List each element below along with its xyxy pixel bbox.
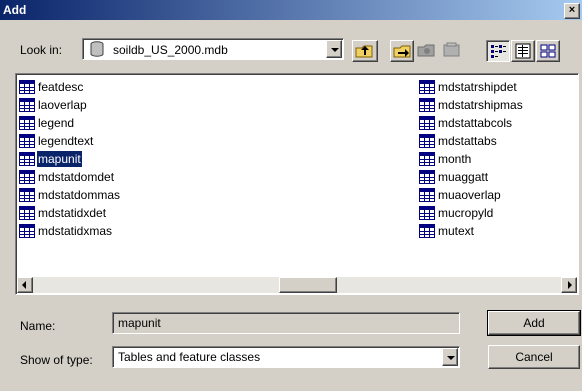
file-item-label: mucropyld: [438, 206, 494, 220]
file-item-label: mdstatdomdet: [38, 170, 115, 184]
file-item-label: mdstatdommas: [38, 188, 121, 202]
file-item-label: featdesc: [38, 80, 84, 94]
thumbnails-view-icon: [540, 44, 556, 58]
title-bar[interactable]: Add ×: [0, 0, 582, 20]
scroll-left-button[interactable]: [17, 277, 33, 293]
close-button[interactable]: ×: [564, 3, 580, 19]
table-icon: [419, 116, 435, 130]
up-one-level-button[interactable]: [352, 40, 378, 62]
table-icon: [419, 80, 435, 94]
list-view-button[interactable]: [486, 40, 510, 62]
disconnect-folder-icon: [417, 44, 435, 57]
file-item-label: mdstatidxmas: [38, 224, 113, 238]
connect-folder-icon: [393, 45, 411, 58]
table-icon: [19, 170, 35, 184]
add-button[interactable]: Add: [487, 310, 581, 336]
look-in-arrow[interactable]: [326, 40, 342, 58]
table-icon: [19, 206, 35, 220]
file-item-label: mdstatidxdet: [38, 206, 107, 220]
scroll-right-button[interactable]: [561, 277, 577, 293]
look-in-dropdown[interactable]: soildb_US_2000.mdb: [82, 38, 344, 60]
thumbnails-view-button[interactable]: [536, 40, 560, 62]
name-input[interactable]: mapunit: [112, 312, 460, 334]
scroll-thumb[interactable]: [279, 277, 337, 293]
table-icon: [419, 224, 435, 238]
list-view-icon: [491, 45, 506, 58]
horizontal-scrollbar[interactable]: [17, 277, 577, 293]
table-icon: [19, 116, 35, 130]
show-of-type-label: Show of type:: [20, 353, 93, 367]
table-icon: [19, 152, 35, 166]
connect-folder-button[interactable]: [390, 40, 414, 62]
show-of-type-dropdown[interactable]: Tables and feature classes: [112, 346, 460, 368]
table-icon: [419, 188, 435, 202]
show-of-type-arrow[interactable]: [442, 348, 458, 366]
file-item-label: mapunit: [37, 151, 82, 167]
table-icon: [419, 98, 435, 112]
show-of-type-value: Tables and feature classes: [118, 350, 261, 364]
table-icon: [19, 224, 35, 238]
properties-icon: [443, 42, 460, 57]
file-item-label: month: [438, 152, 472, 166]
cancel-button[interactable]: Cancel: [488, 345, 580, 369]
table-icon: [419, 170, 435, 184]
file-item-label: mdstatrshipdet: [438, 80, 517, 94]
add-dialog: Add × Look in: soildb_US_2000.mdb featde…: [0, 0, 582, 391]
file-list[interactable]: featdesc laoverlap legend legendtext mapunit…: [15, 73, 579, 295]
table-icon: [19, 134, 35, 148]
details-view-button[interactable]: [511, 40, 535, 62]
look-in-label: Look in:: [20, 43, 63, 57]
file-item-label: mutext: [438, 224, 475, 238]
file-item-label: muaggatt: [438, 170, 489, 184]
table-icon: [19, 98, 35, 112]
file-item-label: legend: [38, 116, 75, 130]
disconnect-folder-button[interactable]: [415, 40, 437, 62]
file-item-label: mdstattabcols: [438, 116, 513, 130]
dialog-title: Add: [3, 3, 27, 17]
file-item-label: laoverlap: [38, 98, 87, 112]
look-in-value: soildb_US_2000.mdb: [113, 43, 228, 57]
file-item-label: muaoverlap: [438, 188, 501, 202]
file-item-label: mdstatrshipmas: [438, 98, 523, 112]
table-icon: [419, 134, 435, 148]
table-icon: [19, 188, 35, 202]
table-icon: [419, 152, 435, 166]
table-icon: [419, 206, 435, 220]
name-label: Name:: [20, 319, 56, 333]
file-item-label: legendtext: [38, 134, 94, 148]
properties-button[interactable]: [440, 40, 462, 62]
details-view-icon: [515, 43, 531, 59]
up-one-level-icon: [355, 45, 373, 58]
database-drive-icon: [90, 41, 104, 57]
table-icon: [19, 80, 35, 94]
file-item-label: mdstattabs: [438, 134, 497, 148]
